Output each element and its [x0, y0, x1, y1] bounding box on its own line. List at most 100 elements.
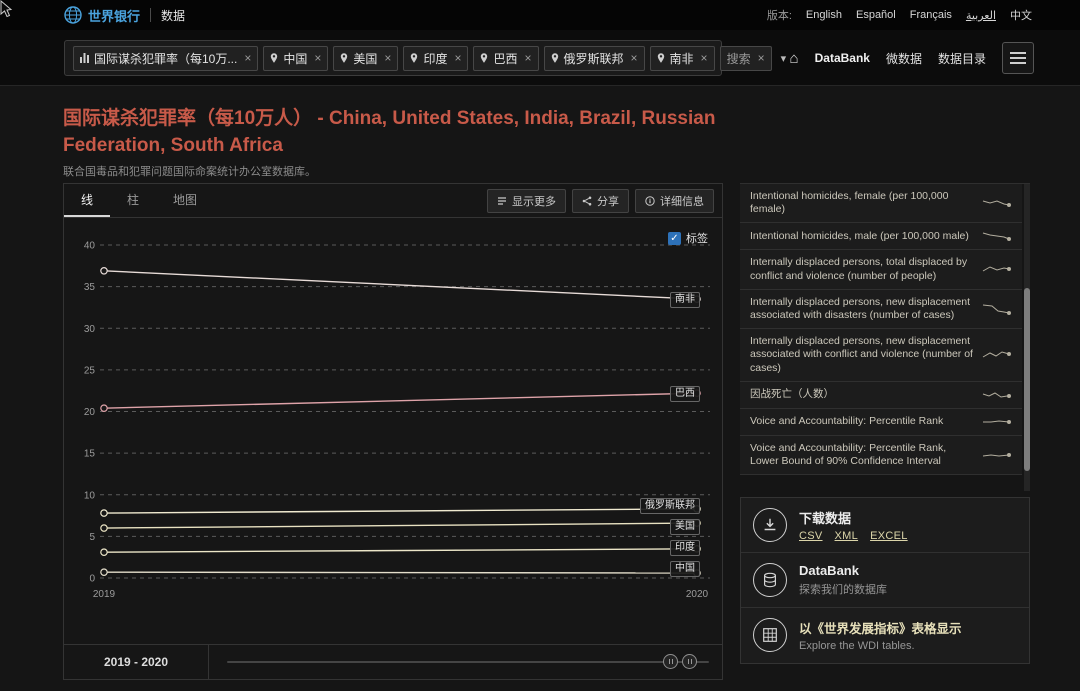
databank-card-title: DataBank	[799, 563, 887, 578]
series-label: 美国	[670, 519, 700, 535]
remove-chip-icon[interactable]: ×	[524, 51, 531, 65]
menu-button[interactable]	[1002, 42, 1034, 74]
remove-chip-icon[interactable]: ×	[314, 51, 321, 65]
csv-link[interactable]: CSV	[799, 530, 823, 542]
line-chart-area: ✓ 标签 051015202530354020192020 南非巴西俄罗斯联邦美…	[64, 218, 722, 644]
sparkline-icon	[982, 415, 1012, 429]
info-icon	[645, 196, 655, 206]
tab-line[interactable]: 线	[64, 184, 110, 217]
svg-text:15: 15	[84, 449, 96, 460]
labels-checkbox[interactable]: ✓ 标签	[668, 230, 708, 246]
sparkline-icon	[982, 448, 1012, 462]
chip-label: 俄罗斯联邦	[564, 50, 624, 67]
indicator-list-item[interactable]: Internally displaced persons, new displa…	[740, 329, 1022, 382]
indicator-list-item[interactable]: Intentional homicides, female (per 100,0…	[740, 184, 1022, 223]
search-input[interactable]: 搜索 ×	[720, 46, 772, 71]
time-range-slider[interactable]	[209, 645, 722, 679]
indicator-list-item[interactable]: Internally displaced persons, new displa…	[740, 290, 1022, 329]
share-icon	[582, 196, 592, 206]
download-icon	[761, 516, 779, 534]
nav-item-databank[interactable]: DataBank	[815, 51, 870, 65]
databank-card[interactable]: DataBank 探索我们的数据库	[741, 553, 1029, 608]
indicator-list-item[interactable]: Internally displaced persons, total disp…	[740, 250, 1022, 289]
filter-chip-usa[interactable]: 美国 ×	[333, 46, 398, 71]
pin-icon	[480, 53, 488, 63]
bar-chart-icon	[80, 53, 89, 63]
version-label: 版本:	[767, 7, 792, 23]
chip-label: 印度	[423, 50, 447, 67]
remove-chip-icon[interactable]: ×	[701, 51, 708, 65]
lang-espanol[interactable]: Español	[856, 9, 896, 21]
page-subtitle: 联合国毒品和犯罪问题国际命案统计办公室数据库。	[63, 163, 316, 179]
lang-english[interactable]: English	[806, 9, 842, 21]
pin-icon	[270, 53, 278, 63]
slider-handle-end[interactable]	[682, 654, 697, 669]
svg-text:25: 25	[84, 365, 96, 376]
list-icon	[497, 196, 507, 206]
excel-link[interactable]: EXCEL	[870, 530, 908, 542]
action-cards: 下载数据 CSV XML EXCEL DataBank 探索我们的数据库 以《世…	[740, 497, 1030, 664]
indicator-list-item[interactable]: 因战死亡（人数）	[740, 382, 1022, 409]
remove-chip-icon[interactable]: ×	[631, 51, 638, 65]
xml-link[interactable]: XML	[835, 530, 859, 542]
scrollbar-track[interactable]	[1024, 184, 1030, 491]
nav-item-data-catalog[interactable]: 数据目录	[938, 50, 986, 67]
lang-francais[interactable]: Français	[910, 9, 952, 21]
tab-map[interactable]: 地图	[156, 184, 214, 217]
slider-handle-start[interactable]	[663, 654, 678, 669]
chip-label: 国际谋杀犯罪率（每10万...	[94, 50, 237, 67]
wdi-tables-card[interactable]: 以《世界发展指标》表格显示 Explore the WDI tables.	[741, 608, 1029, 663]
series-label: 中国	[670, 561, 700, 577]
indicator-list-item[interactable]: Intentional homicides, male (per 100,000…	[740, 223, 1022, 250]
download-data-card[interactable]: 下载数据 CSV XML EXCEL	[741, 498, 1029, 553]
svg-text:30: 30	[84, 324, 96, 335]
filter-bar: 国际谋杀犯罪率（每10万... × 中国 × 美国 × 印度 × 巴西 × 俄罗…	[0, 30, 1080, 86]
lang-chinese[interactable]: 中文	[1010, 7, 1032, 23]
divider	[150, 8, 151, 22]
show-more-button[interactable]: 显示更多	[487, 189, 566, 213]
series-label: 俄罗斯联邦	[640, 498, 700, 514]
sparkline-icon	[982, 196, 1012, 210]
home-icon[interactable]: ⌂	[790, 50, 799, 67]
filter-chip-russia[interactable]: 俄罗斯联邦 ×	[544, 46, 645, 71]
slider-track[interactable]	[227, 661, 709, 663]
line-chart: 051015202530354020192020	[64, 218, 722, 610]
top-navigation-bar: 世界银行 数据 版本: English Español Français الع…	[0, 0, 1080, 30]
nav-item-data[interactable]: 数据	[161, 7, 185, 24]
filter-chip-indicator[interactable]: 国际谋杀犯罪率（每10万... ×	[73, 46, 258, 71]
hamburger-icon	[1010, 52, 1026, 54]
checkbox-checked-icon: ✓	[668, 232, 681, 245]
chevron-down-icon[interactable]: ▾	[777, 52, 791, 65]
svg-text:10: 10	[84, 490, 96, 501]
lang-arabic[interactable]: العربية	[966, 9, 996, 22]
world-bank-logo[interactable]: 世界银行	[64, 6, 140, 25]
svg-text:20: 20	[84, 407, 96, 418]
search-filter-box[interactable]: 国际谋杀犯罪率（每10万... × 中国 × 美国 × 印度 × 巴西 × 俄罗…	[64, 40, 722, 76]
remove-chip-icon[interactable]: ×	[244, 51, 251, 65]
chip-label: 美国	[353, 50, 377, 67]
indicator-list-item[interactable]: Voice and Accountability: Percentile Ran…	[740, 436, 1022, 475]
filter-chip-india[interactable]: 印度 ×	[403, 46, 468, 71]
search-placeholder: 搜索	[727, 50, 751, 67]
clear-search-icon[interactable]: ×	[758, 51, 765, 65]
chart-tabs-bar: 线 柱 地图 显示更多 分享 详细信息	[64, 184, 722, 218]
remove-chip-icon[interactable]: ×	[384, 51, 391, 65]
databank-card-subtitle: 探索我们的数据库	[799, 581, 887, 597]
share-button[interactable]: 分享	[572, 189, 629, 213]
table-icon	[761, 626, 779, 644]
pin-icon	[340, 53, 348, 63]
database-icon	[761, 571, 779, 589]
filter-chip-southafrica[interactable]: 南非 ×	[650, 46, 715, 71]
remove-chip-icon[interactable]: ×	[454, 51, 461, 65]
scrollbar-thumb[interactable]	[1024, 288, 1030, 471]
nav-item-microdata[interactable]: 微数据	[886, 50, 922, 67]
tab-bar[interactable]: 柱	[110, 184, 156, 217]
filter-chip-china[interactable]: 中国 ×	[263, 46, 328, 71]
filter-chip-brazil[interactable]: 巴西 ×	[473, 46, 538, 71]
svg-text:2019: 2019	[93, 589, 116, 600]
sparkline-icon	[982, 263, 1012, 277]
sparkline-icon	[982, 348, 1012, 362]
details-button[interactable]: 详细信息	[635, 189, 714, 213]
indicator-list-item[interactable]: Voice and Accountability: Percentile Ran…	[740, 409, 1022, 436]
date-range-label: 2019 - 2020	[64, 645, 209, 679]
